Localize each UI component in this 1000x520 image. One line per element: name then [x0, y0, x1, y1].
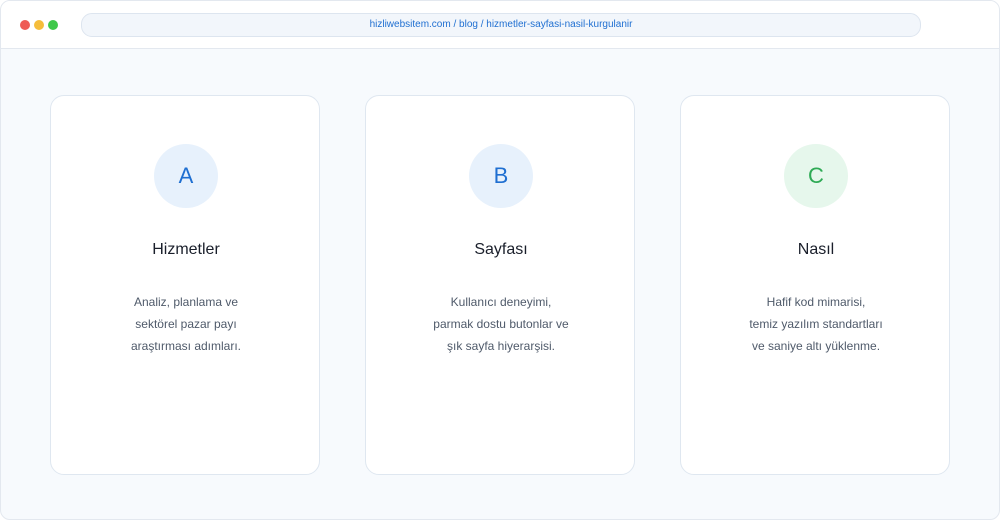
card-description-line: Kullanıcı deneyimi,	[450, 295, 552, 309]
page-content: A Hizmetler Analiz, planlama ve sektörel…	[1, 49, 999, 519]
minimize-window-icon[interactable]	[34, 20, 44, 30]
card-letter-badge: B	[469, 144, 533, 208]
card-title: Nasıl	[797, 241, 835, 258]
card-description-line: şık sayfa hiyerarşisi.	[446, 339, 556, 353]
card-description-line: Hafif kod mimarisi,	[766, 295, 866, 309]
browser-titlebar: hizliwebsitem.com / blog / hizmetler-say…	[1, 1, 999, 49]
card-description: Kullanıcı deneyimi, parmak dostu butonla…	[376, 291, 626, 357]
card-description: Hafif kod mimarisi, temiz yazılım standa…	[691, 291, 941, 357]
card-description-line: araştırması adımları.	[130, 339, 242, 353]
card-description-line: parmak dostu butonlar ve	[433, 317, 569, 331]
card-title: Sayfası	[474, 241, 528, 258]
card-letter-badge: C	[784, 144, 848, 208]
address-bar[interactable]: hizliwebsitem.com / blog / hizmetler-say…	[81, 13, 921, 37]
card-title: Hizmetler	[152, 241, 220, 258]
browser-window: hizliwebsitem.com / blog / hizmetler-say…	[0, 0, 1000, 520]
card-description-line: ve saniye altı yüklenme.	[751, 339, 881, 353]
card-description-line: sektörel pazar payı	[135, 317, 237, 331]
feature-card-a: A Hizmetler Analiz, planlama ve sektörel…	[50, 95, 320, 475]
feature-card-b: B Sayfası Kullanıcı deneyimi, parmak dos…	[365, 95, 635, 475]
card-description-line: temiz yazılım standartları	[749, 317, 883, 331]
card-description-line: Analiz, planlama ve	[133, 295, 239, 309]
close-window-icon[interactable]	[20, 20, 30, 30]
card-letter-badge: A	[154, 144, 218, 208]
feature-card-c: C Nasıl Hafif kod mimarisi, temiz yazılı…	[680, 95, 950, 475]
card-description: Analiz, planlama ve sektörel pazar payı …	[61, 291, 311, 357]
maximize-window-icon[interactable]	[48, 20, 58, 30]
